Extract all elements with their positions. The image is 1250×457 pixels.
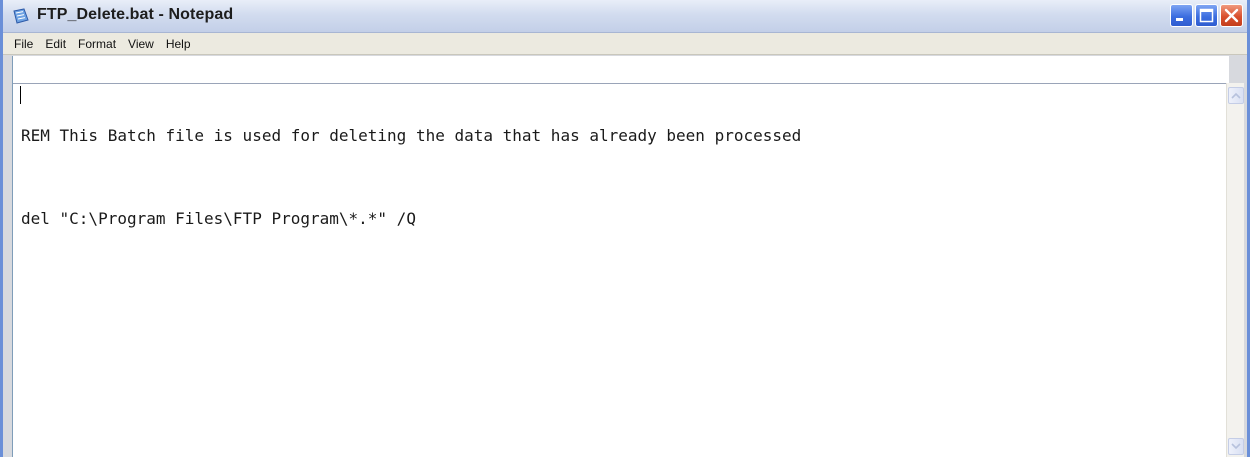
title-bar[interactable]: FTP_Delete.bat - Notepad bbox=[3, 0, 1247, 33]
menu-file[interactable]: File bbox=[9, 34, 38, 54]
window-controls bbox=[1170, 4, 1243, 28]
vertical-scrollbar[interactable] bbox=[1226, 83, 1244, 457]
menu-help[interactable]: Help bbox=[161, 34, 196, 54]
scroll-down-button[interactable] bbox=[1228, 438, 1244, 455]
close-button[interactable] bbox=[1220, 4, 1243, 27]
notepad-icon[interactable] bbox=[12, 8, 30, 24]
scroll-up-arrow-icon bbox=[1231, 92, 1241, 99]
notepad-window: FTP_Delete.bat - Notepad File Edit Forma… bbox=[0, 0, 1250, 457]
editor-line-2[interactable]: del "C:\Program Files\FTP Program\*.*" /… bbox=[21, 209, 1221, 229]
menu-format[interactable]: Format bbox=[73, 34, 121, 54]
window-title: FTP_Delete.bat - Notepad bbox=[37, 6, 234, 23]
menu-view[interactable]: View bbox=[123, 34, 159, 54]
close-icon bbox=[1224, 8, 1239, 23]
scroll-up-button[interactable] bbox=[1228, 87, 1244, 104]
menu-edit[interactable]: Edit bbox=[40, 34, 71, 54]
editor-line-1[interactable]: REM This Batch file is used for deleting… bbox=[21, 126, 1221, 146]
scroll-down-arrow-icon bbox=[1231, 443, 1241, 450]
editor-top-area[interactable] bbox=[12, 56, 1229, 84]
minimize-button[interactable] bbox=[1170, 4, 1193, 27]
menu-bar: File Edit Format View Help bbox=[3, 33, 1247, 55]
editor-left-border bbox=[12, 56, 13, 457]
text-caret bbox=[20, 86, 21, 104]
editor-content[interactable]: REM This Batch file is used for deleting… bbox=[21, 86, 1221, 269]
minimize-icon bbox=[1176, 18, 1183, 21]
maximize-icon bbox=[1199, 8, 1214, 23]
maximize-button[interactable] bbox=[1195, 4, 1218, 27]
